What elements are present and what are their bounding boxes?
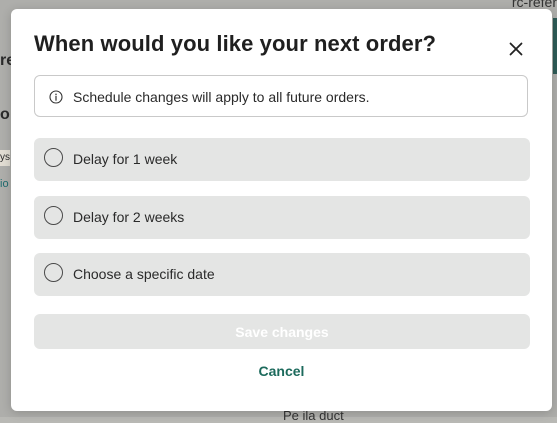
save-changes-button[interactable]: Save changes xyxy=(34,314,530,349)
info-text: Schedule changes will apply to all futur… xyxy=(73,89,370,105)
info-icon xyxy=(49,90,63,104)
modal-title: When would you like your next order? xyxy=(34,31,437,56)
option-delay-1-week[interactable]: Delay for 1 week xyxy=(34,138,530,181)
cancel-button[interactable]: Cancel xyxy=(11,363,552,379)
schedule-modal: When would you like your next order? Sch… xyxy=(11,9,552,411)
close-icon xyxy=(509,42,523,56)
close-button[interactable] xyxy=(504,37,528,61)
info-banner: Schedule changes will apply to all futur… xyxy=(34,75,528,117)
option-label: Delay for 1 week xyxy=(73,151,178,167)
background-accent-bar xyxy=(553,18,557,74)
option-delay-2-weeks[interactable]: Delay for 2 weeks xyxy=(34,196,530,239)
radio-button[interactable] xyxy=(44,148,63,167)
radio-button[interactable] xyxy=(44,263,63,282)
option-label: Choose a specific date xyxy=(73,266,215,282)
background-text-left-2: o xyxy=(0,106,10,123)
option-specific-date[interactable]: Choose a specific date xyxy=(34,253,530,296)
background-text-left-4: io xyxy=(0,178,9,190)
background-text-left-3: ys xyxy=(0,152,10,163)
radio-button[interactable] xyxy=(44,206,63,225)
option-label: Delay for 2 weeks xyxy=(73,209,185,225)
